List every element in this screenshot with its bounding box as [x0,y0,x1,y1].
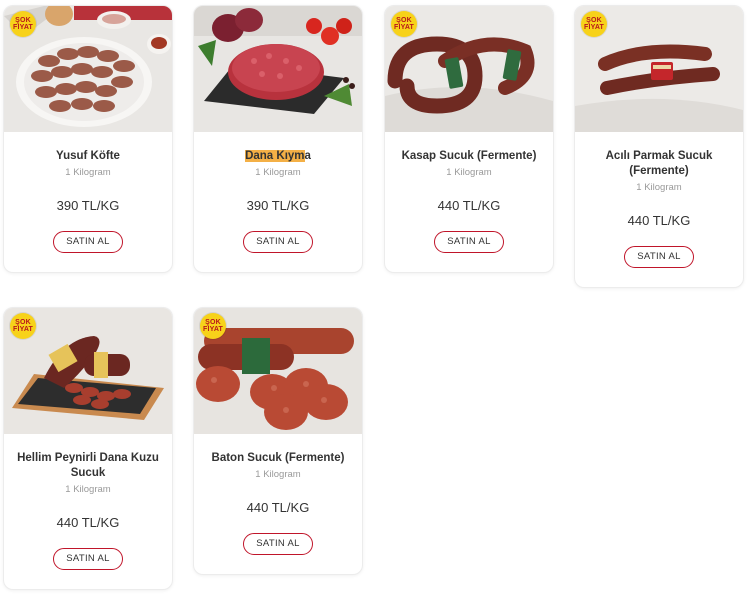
product-card[interactable]: ŞOK FİYAT Baton Sucuk (Fermente) 1 Kilogr… [193,307,363,575]
product-image-meatballs[interactable]: ŞOK FİYAT [4,6,172,132]
product-image-ground-beef[interactable] [194,6,362,132]
buy-button[interactable]: SATIN AL [53,548,123,570]
product-image-finger-sausage[interactable]: ŞOK FİYAT [575,6,743,132]
product-price: 440 TL/KG [246,500,310,515]
product-unit: 1 Kilogram [65,484,111,495]
product-price: 440 TL/KG [56,515,120,530]
product-price: 390 TL/KG [246,198,310,213]
product-title[interactable]: Dana Kıyma [200,149,356,164]
product-unit: 1 Kilogram [65,167,111,178]
product-title[interactable]: Hellim Peynirli Dana Kuzu Sucuk [10,451,166,481]
product-card[interactable]: ŞOK FİYAT Kasap Sucuk (Fermente) 1 Kilogr… [384,5,554,273]
buy-button[interactable]: SATIN AL [434,231,504,253]
product-unit: 1 Kilogram [255,469,301,480]
product-unit: 1 Kilogram [255,167,301,178]
product-image-sausage-ring[interactable]: ŞOK FİYAT [385,6,553,132]
product-title[interactable]: Yusuf Köfte [10,149,166,164]
search-highlight: Dana Kıym [245,150,305,162]
product-card[interactable]: Dana Kıyma 1 Kilogram 390 TL/KG SATIN AL [193,5,363,273]
sok-fiyat-badge: ŞOK FİYAT [10,11,36,37]
product-image-baton-sausage[interactable]: ŞOK FİYAT [194,308,362,434]
sok-fiyat-badge: ŞOK FİYAT [581,11,607,37]
product-title[interactable]: Acılı Parmak Sucuk (Fermente) [581,149,737,179]
buy-button[interactable]: SATIN AL [624,246,694,268]
sok-fiyat-badge: ŞOK FİYAT [10,313,36,339]
product-card[interactable]: ŞOK FİYAT Acılı Parmak Sucuk (Fermente) 1… [574,5,744,288]
product-image-sliced-sausage-board[interactable]: ŞOK FİYAT [4,308,172,434]
product-price: 390 TL/KG [56,198,120,213]
buy-button[interactable]: SATIN AL [243,533,313,555]
product-title[interactable]: Kasap Sucuk (Fermente) [391,149,547,164]
buy-button[interactable]: SATIN AL [243,231,313,253]
sok-fiyat-badge: ŞOK FİYAT [200,313,226,339]
product-card[interactable]: ŞOK FİYAT Hellim Peynirli Dana Kuzu Sucuk… [3,307,173,590]
sok-fiyat-badge: ŞOK FİYAT [391,11,417,37]
product-card[interactable]: ŞOK FİYAT Yusuf Köfte 1 Kilogram 390 TL/K… [3,5,173,273]
product-title[interactable]: Baton Sucuk (Fermente) [200,451,356,466]
product-unit: 1 Kilogram [636,182,682,193]
product-unit: 1 Kilogram [446,167,492,178]
product-price: 440 TL/KG [627,213,691,228]
buy-button[interactable]: SATIN AL [53,231,123,253]
product-price: 440 TL/KG [437,198,501,213]
